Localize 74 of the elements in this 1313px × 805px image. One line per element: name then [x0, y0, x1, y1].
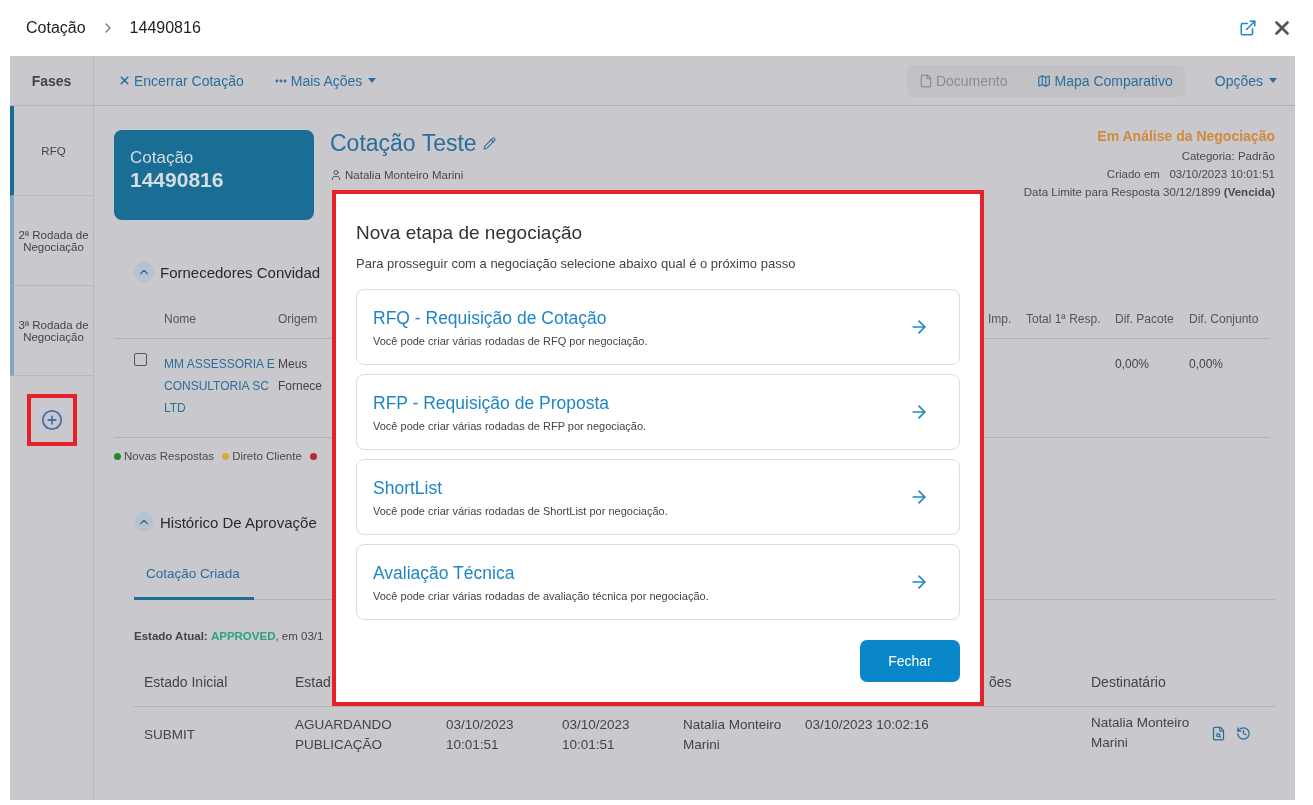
document-icon — [918, 73, 933, 88]
more-actions-button[interactable]: Mais Ações — [273, 72, 377, 89]
modal-title: Nova etapa de negociação — [356, 222, 584, 244]
table-cell-text: 03/10/2023 10:01:51 — [445, 716, 515, 754]
collapse-button[interactable] — [134, 512, 154, 532]
close-icon — [118, 74, 131, 87]
option-title: Avaliação Técnica — [373, 562, 516, 584]
option-description: Você pode criar várias rodadas de avaliação técnica por negociação. — [373, 589, 710, 602]
modal-subtitle: Para prosseguir com a negociação selecione abaixo qual é o próximo passo — [356, 256, 797, 271]
category-text: Categoria: Padrão — [1181, 150, 1275, 162]
table-cell-text: Meus Fornece — [278, 356, 324, 395]
history-icon[interactable] — [1236, 725, 1251, 741]
external-link-icon[interactable] — [1239, 19, 1257, 37]
document-search-icon[interactable] — [1211, 725, 1226, 741]
legend-label: Direto Cliente — [232, 450, 302, 462]
column-header: ões — [985, 662, 1081, 707]
collapse-button[interactable] — [134, 262, 154, 282]
phase-tab[interactable]: RFQ — [10, 106, 93, 196]
breadcrumb-current: 14490816 — [129, 19, 201, 37]
legend-label: Novas Respostas — [124, 450, 215, 462]
card-label: Cotação — [130, 148, 195, 168]
add-phase-button[interactable] — [26, 394, 77, 446]
breadcrumb-link[interactable]: Cotação — [26, 19, 86, 37]
table-cell-text: Natalia Monteiro Marini — [1091, 714, 1191, 752]
table-cell-text: AGUARDANDO PUBLICAÇÃO — [294, 716, 393, 754]
option-title: ShortList — [373, 477, 444, 499]
status-label: Em Análise da Negociação — [1097, 128, 1275, 144]
created-text: Criado em 03/10/2023 10:01:51 — [1106, 168, 1275, 180]
section-title: Fornecedores Convidad — [160, 263, 321, 281]
phases-title: Fases — [10, 56, 93, 106]
option-card[interactable]: Avaliação Técnica Você pode criar várias rodadas de avaliação técnica por negociação. — [356, 544, 960, 620]
card-number: 14490816 — [130, 168, 225, 192]
table-cell-text: 03/10/2023 10:01:51 — [561, 716, 631, 754]
column-header: Nome — [164, 304, 278, 339]
caret-icon — [368, 78, 377, 83]
option-card[interactable]: RFQ - Requisição de Cotação Você pode criar várias rodadas de RFQ por negociação. — [356, 289, 960, 365]
table-cell-text: SUBMIT — [143, 726, 196, 744]
user-icon — [330, 169, 342, 181]
deadline-text: Data Limite para Resposta 30/12/1899 (Vencida) — [1023, 186, 1275, 198]
phase-tab[interactable]: 3ª Rodada de Negociação — [10, 286, 93, 376]
plus-circle-icon — [40, 409, 63, 431]
column-header: Total 1ª Resp. — [1026, 304, 1115, 339]
column-header: Dif. Pacote — [1115, 304, 1189, 339]
table-cell-text: 03/10/2023 10:02:16 — [804, 716, 930, 734]
option-title: RFP - Requisição de Proposta — [373, 392, 611, 414]
row-checkbox[interactable] — [134, 353, 147, 366]
history-tab[interactable]: Cotação Criada — [134, 558, 254, 600]
option-card[interactable]: RFP - Requisição de Proposta Você pode criar várias rodadas de RFP por negociação. — [356, 374, 960, 450]
option-description: Você pode criar várias rodadas de ShortList por negociação. — [373, 504, 669, 517]
column-header: Dif. Conjunto — [1189, 304, 1270, 339]
column-header: Origem — [278, 304, 331, 339]
supplier-link[interactable]: MM ASSESSORIA E CONSULTORIA SC LTD — [164, 353, 278, 419]
quote-title: Cotação Teste — [330, 130, 477, 157]
table-cell-text: 0,00% — [1189, 356, 1225, 373]
close-button[interactable]: Fechar — [860, 640, 960, 682]
option-title: RFQ - Requisição de Cotação — [373, 307, 608, 329]
options-button[interactable]: Opções — [1214, 72, 1277, 89]
edit-icon[interactable] — [482, 137, 496, 150]
option-description: Você pode criar várias rodadas de RFP por negociação. — [373, 419, 648, 432]
column-header: Imp. — [988, 304, 1026, 339]
comparative-map-button[interactable]: Mapa Comparativo — [1037, 72, 1173, 89]
end-quote-button[interactable]: Encerrar Cotação — [118, 72, 244, 89]
current-state-text: Estado Atual: APPROVED, em 03/1 — [134, 630, 324, 642]
phase-tab[interactable]: 2ª Rodada de Negociação — [10, 196, 93, 286]
option-description: Você pode criar várias rodadas de RFQ por negociação. — [373, 334, 649, 347]
option-card[interactable]: ShortList Você pode criar várias rodadas de ShortList por negociação. — [356, 459, 960, 535]
section-title: Histórico De Aprovaçõe — [160, 513, 317, 531]
map-icon — [1037, 73, 1052, 88]
column-header: Destinatário — [1081, 662, 1275, 707]
caret-icon — [1269, 78, 1277, 83]
owner-name: Natalia Monteiro Marini — [345, 169, 464, 181]
table-cell-text: 0,00% — [1115, 356, 1151, 373]
column-header: Estado Inicial — [134, 662, 285, 707]
table-cell-text: Natalia Monteiro Marini — [682, 716, 783, 754]
